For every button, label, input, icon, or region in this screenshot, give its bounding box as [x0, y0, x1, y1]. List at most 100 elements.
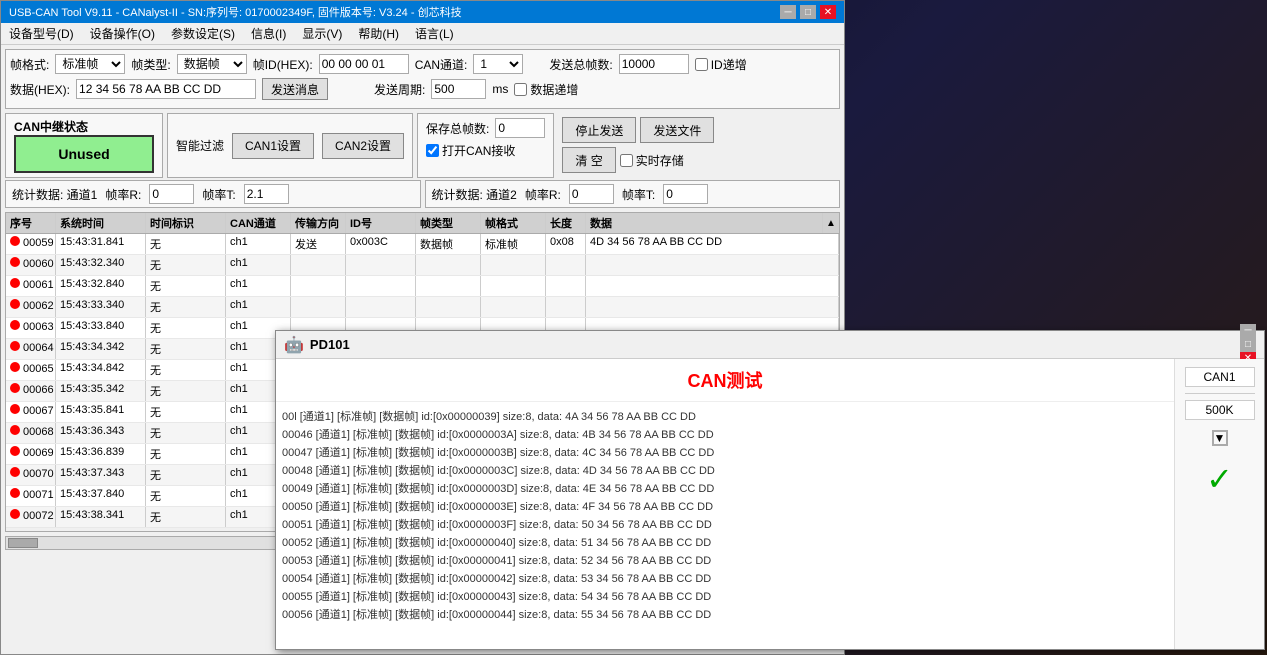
- stats-ch2-r-label: 帧率R:: [525, 186, 561, 203]
- stats-ch2-t-input[interactable]: [663, 184, 708, 204]
- menu-device-op[interactable]: 设备操作(O): [82, 23, 163, 44]
- send-message-button[interactable]: 发送消息: [262, 78, 328, 100]
- pd101-can-title: CAN测试: [276, 359, 1174, 402]
- frame-format-select[interactable]: 标准帧: [55, 54, 125, 74]
- check-icon: ✓: [1206, 460, 1233, 498]
- total-send-input[interactable]: [619, 54, 689, 74]
- scroll-up-btn[interactable]: ▲: [823, 213, 839, 233]
- frame-type-select[interactable]: 数据帧: [177, 54, 247, 74]
- can-channel-select[interactable]: 1: [473, 54, 523, 74]
- can1-settings-button[interactable]: CAN1设置: [232, 133, 314, 159]
- cell-idx: 00067: [6, 402, 56, 422]
- pd101-minimize-button[interactable]: ─: [1240, 324, 1256, 338]
- window-controls: ─ □ ✕: [780, 5, 836, 19]
- menu-language[interactable]: 语言(L): [407, 23, 462, 44]
- scroll-thumb[interactable]: [8, 538, 38, 548]
- log-line: 00046 [通道1] [标准帧] [数据帧] id:[0x0000003A] …: [282, 426, 1168, 442]
- log-line: 00052 [通道1] [标准帧] [数据帧] id:[0x00000040] …: [282, 534, 1168, 550]
- cell-dir: 发送: [291, 234, 346, 254]
- cell-idx: 00068: [6, 423, 56, 443]
- open-recv-checkbox[interactable]: [426, 144, 439, 157]
- menu-display[interactable]: 显示(V): [294, 23, 350, 44]
- stats-ch2-r-input[interactable]: [569, 184, 614, 204]
- menu-help[interactable]: 帮助(H): [350, 23, 407, 44]
- cell-mark: 无: [146, 360, 226, 380]
- pd101-maximize-button[interactable]: □: [1240, 338, 1256, 352]
- stats-ch1-title: 统计数据: 通道1: [12, 186, 97, 203]
- cell-mark: 无: [146, 276, 226, 296]
- frame-format-label: 帧格式:: [10, 56, 49, 73]
- cell-idx: 00069: [6, 444, 56, 464]
- id-increment-row: ID递增: [695, 56, 747, 73]
- cell-mark: 无: [146, 234, 226, 254]
- cell-mark: 无: [146, 318, 226, 338]
- close-button[interactable]: ✕: [820, 5, 836, 19]
- cell-fformat: 标准帧: [481, 234, 546, 254]
- id-increment-label: ID递增: [711, 56, 747, 73]
- period-input[interactable]: [431, 79, 486, 99]
- cell-fformat: [481, 297, 546, 317]
- cell-data: [586, 276, 839, 296]
- cell-data: [586, 255, 839, 275]
- cell-id: [346, 276, 416, 296]
- cell-mark: 无: [146, 465, 226, 485]
- relay-status-button[interactable]: Unused: [14, 135, 154, 173]
- id-increment-checkbox[interactable]: [695, 58, 708, 71]
- minimize-button[interactable]: ─: [780, 5, 796, 19]
- save-frames-input[interactable]: [495, 118, 545, 138]
- pd101-title: 🤖 PD101: [284, 335, 350, 355]
- maximize-button[interactable]: □: [800, 5, 816, 19]
- cell-dir: [291, 255, 346, 275]
- data-hex-label: 数据(HEX):: [10, 81, 70, 98]
- table-row[interactable]: 00062 15:43:33.340 无 ch1: [6, 297, 839, 318]
- stats-ch2-box: 统计数据: 通道2 帧率R: 帧率T:: [425, 180, 841, 208]
- table-row[interactable]: 00061 15:43:32.840 无 ch1: [6, 276, 839, 297]
- data-hex-input[interactable]: [76, 79, 256, 99]
- frame-id-input[interactable]: [319, 54, 409, 74]
- cell-id: [346, 255, 416, 275]
- realtime-save-label: 实时存储: [636, 152, 684, 169]
- pd101-sidebar: CAN1 500K ▼ ✓: [1174, 359, 1264, 649]
- col-header-id: ID号: [346, 213, 416, 233]
- cell-idx: 00070: [6, 465, 56, 485]
- pd101-window: 🤖 PD101 ─ □ ✕ CAN测试 00l [通道1] [标准帧] [数据帧…: [275, 330, 1265, 650]
- col-header-fformat: 帧格式: [481, 213, 546, 233]
- pd101-log-area: 00l [通道1] [标准帧] [数据帧] id:[0x00000039] si…: [276, 402, 1174, 649]
- menu-device-type[interactable]: 设备型号(D): [1, 23, 82, 44]
- save-frames-label: 保存总帧数:: [426, 120, 489, 137]
- cell-ftype: [416, 297, 481, 317]
- menu-params[interactable]: 参数设定(S): [163, 23, 243, 44]
- cell-mark: 无: [146, 402, 226, 422]
- cell-fformat: [481, 276, 546, 296]
- relay-section: CAN中继状态 Unused: [5, 113, 163, 178]
- table-row[interactable]: 00059 15:43:31.841 无 ch1 发送 0x003C 数据帧 标…: [6, 234, 839, 255]
- data-increment-checkbox[interactable]: [514, 83, 527, 96]
- stop-send-button[interactable]: 停止发送: [562, 117, 636, 143]
- menu-info[interactable]: 信息(I): [243, 23, 294, 44]
- save-section: 保存总帧数: 打开CAN接收: [417, 113, 554, 178]
- clear-button[interactable]: 清 空: [562, 147, 615, 173]
- stats-ch1-r-input[interactable]: [149, 184, 194, 204]
- cell-chan: ch1: [226, 276, 291, 296]
- realtime-save-checkbox[interactable]: [620, 154, 633, 167]
- cell-idx: 00063: [6, 318, 56, 338]
- data-increment-label: 数据递增: [530, 81, 578, 98]
- menu-bar: 设备型号(D) 设备操作(O) 参数设定(S) 信息(I) 显示(V) 帮助(H…: [1, 23, 844, 45]
- cell-dir: [291, 297, 346, 317]
- cell-idx: 00059: [6, 234, 56, 254]
- can2-settings-button[interactable]: CAN2设置: [322, 133, 404, 159]
- stats-ch1-t-input[interactable]: [244, 184, 289, 204]
- cell-idx: 00071: [6, 486, 56, 506]
- cell-time: 15:43:37.343: [56, 465, 146, 485]
- pd101-title-bar: 🤖 PD101 ─ □ ✕: [276, 331, 1264, 359]
- cell-time: 15:43:33.840: [56, 318, 146, 338]
- cell-idx: 00062: [6, 297, 56, 317]
- send-file-button[interactable]: 发送文件: [640, 117, 714, 143]
- cell-mark: 无: [146, 507, 226, 527]
- cell-ftype: 数据帧: [416, 234, 481, 254]
- cell-chan: ch1: [226, 297, 291, 317]
- pd101-main-area: CAN测试 00l [通道1] [标准帧] [数据帧] id:[0x000000…: [276, 359, 1174, 649]
- data-increment-row: 数据递增: [514, 81, 578, 98]
- table-row[interactable]: 00060 15:43:32.340 无 ch1: [6, 255, 839, 276]
- stats-section: 统计数据: 通道1 帧率R: 帧率T: 统计数据: 通道2 帧率R: 帧率T:: [5, 180, 840, 208]
